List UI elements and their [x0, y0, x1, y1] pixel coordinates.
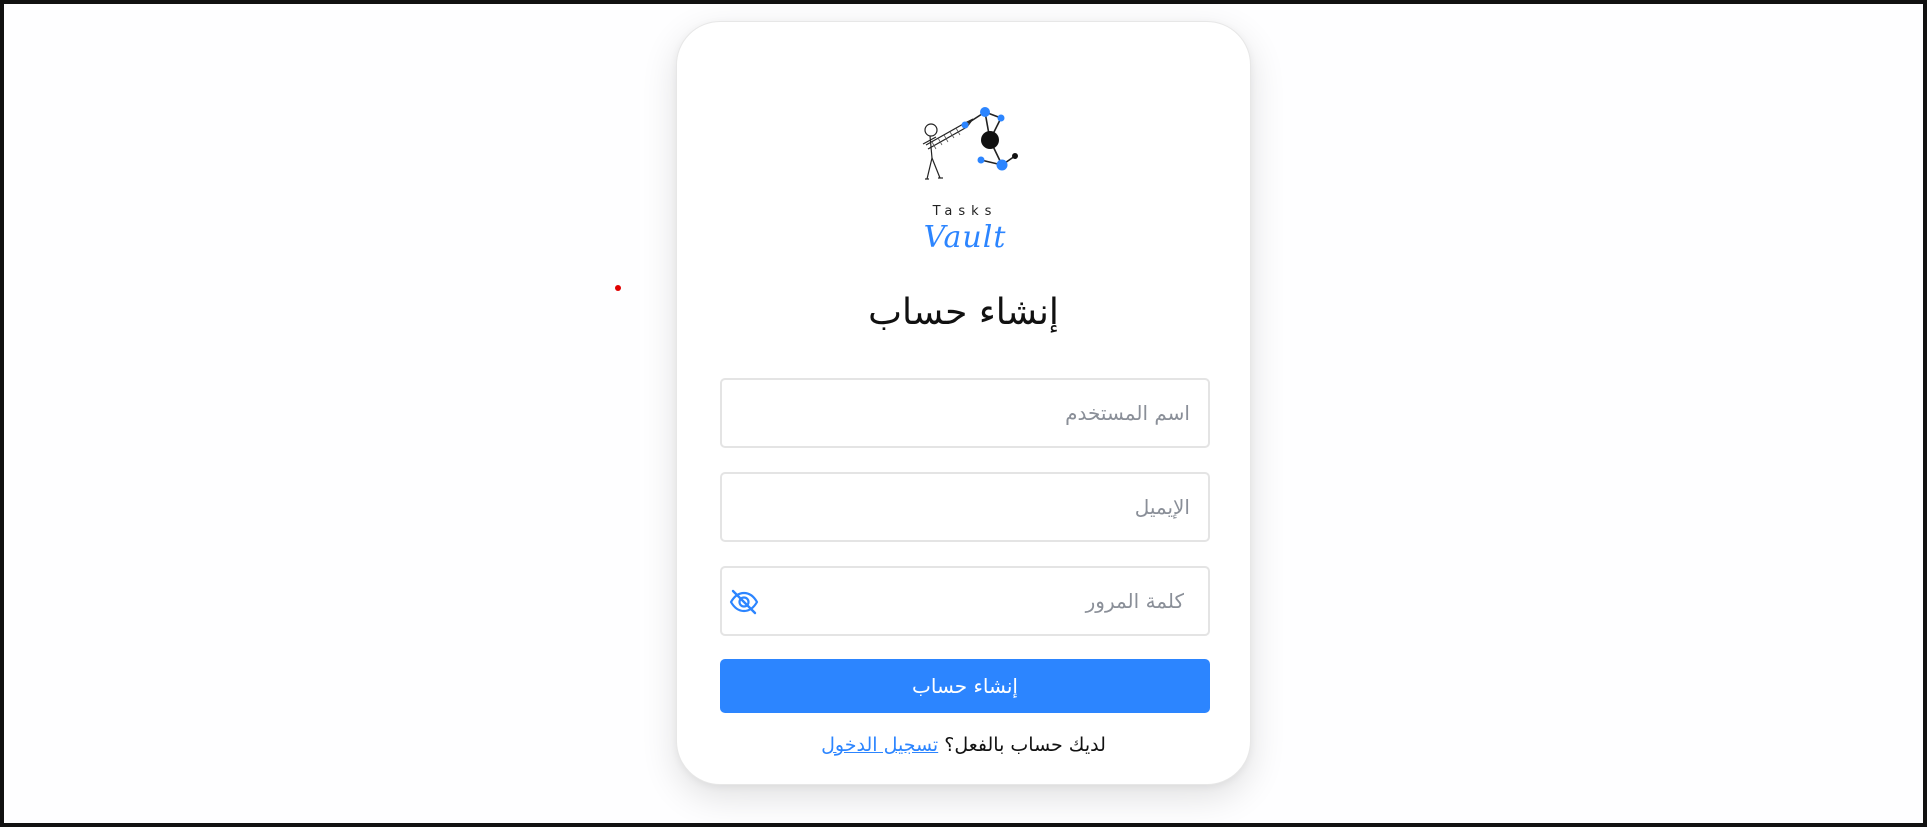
app-logo: Tasks Vault — [915, 78, 1035, 255]
stick-figure-with-network-icon — [922, 107, 1018, 180]
login-prompt: لديك حساب بالفعل؟ تسجيل الدخول — [677, 734, 1250, 756]
email-field — [720, 472, 1210, 542]
red-dot-marker — [615, 285, 621, 291]
eye-slash-icon[interactable] — [728, 586, 760, 618]
password-field — [720, 566, 1210, 636]
email-input[interactable] — [722, 474, 1208, 540]
login-link[interactable]: تسجيل الدخول — [821, 734, 938, 756]
signup-card: Tasks Vault إنشاء حساب إنشاء حساب لديك ح… — [676, 21, 1251, 785]
login-prompt-text: لديك حساب بالفعل؟ — [938, 734, 1106, 756]
username-input[interactable] — [722, 380, 1208, 446]
username-field — [720, 378, 1210, 448]
create-account-button[interactable]: إنشاء حساب — [720, 659, 1210, 713]
logo-vault-text: Vault — [923, 220, 1007, 255]
password-input[interactable] — [722, 568, 1208, 634]
page-title: إنشاء حساب — [868, 292, 1059, 333]
logo-tasks-text: Tasks — [932, 204, 998, 219]
